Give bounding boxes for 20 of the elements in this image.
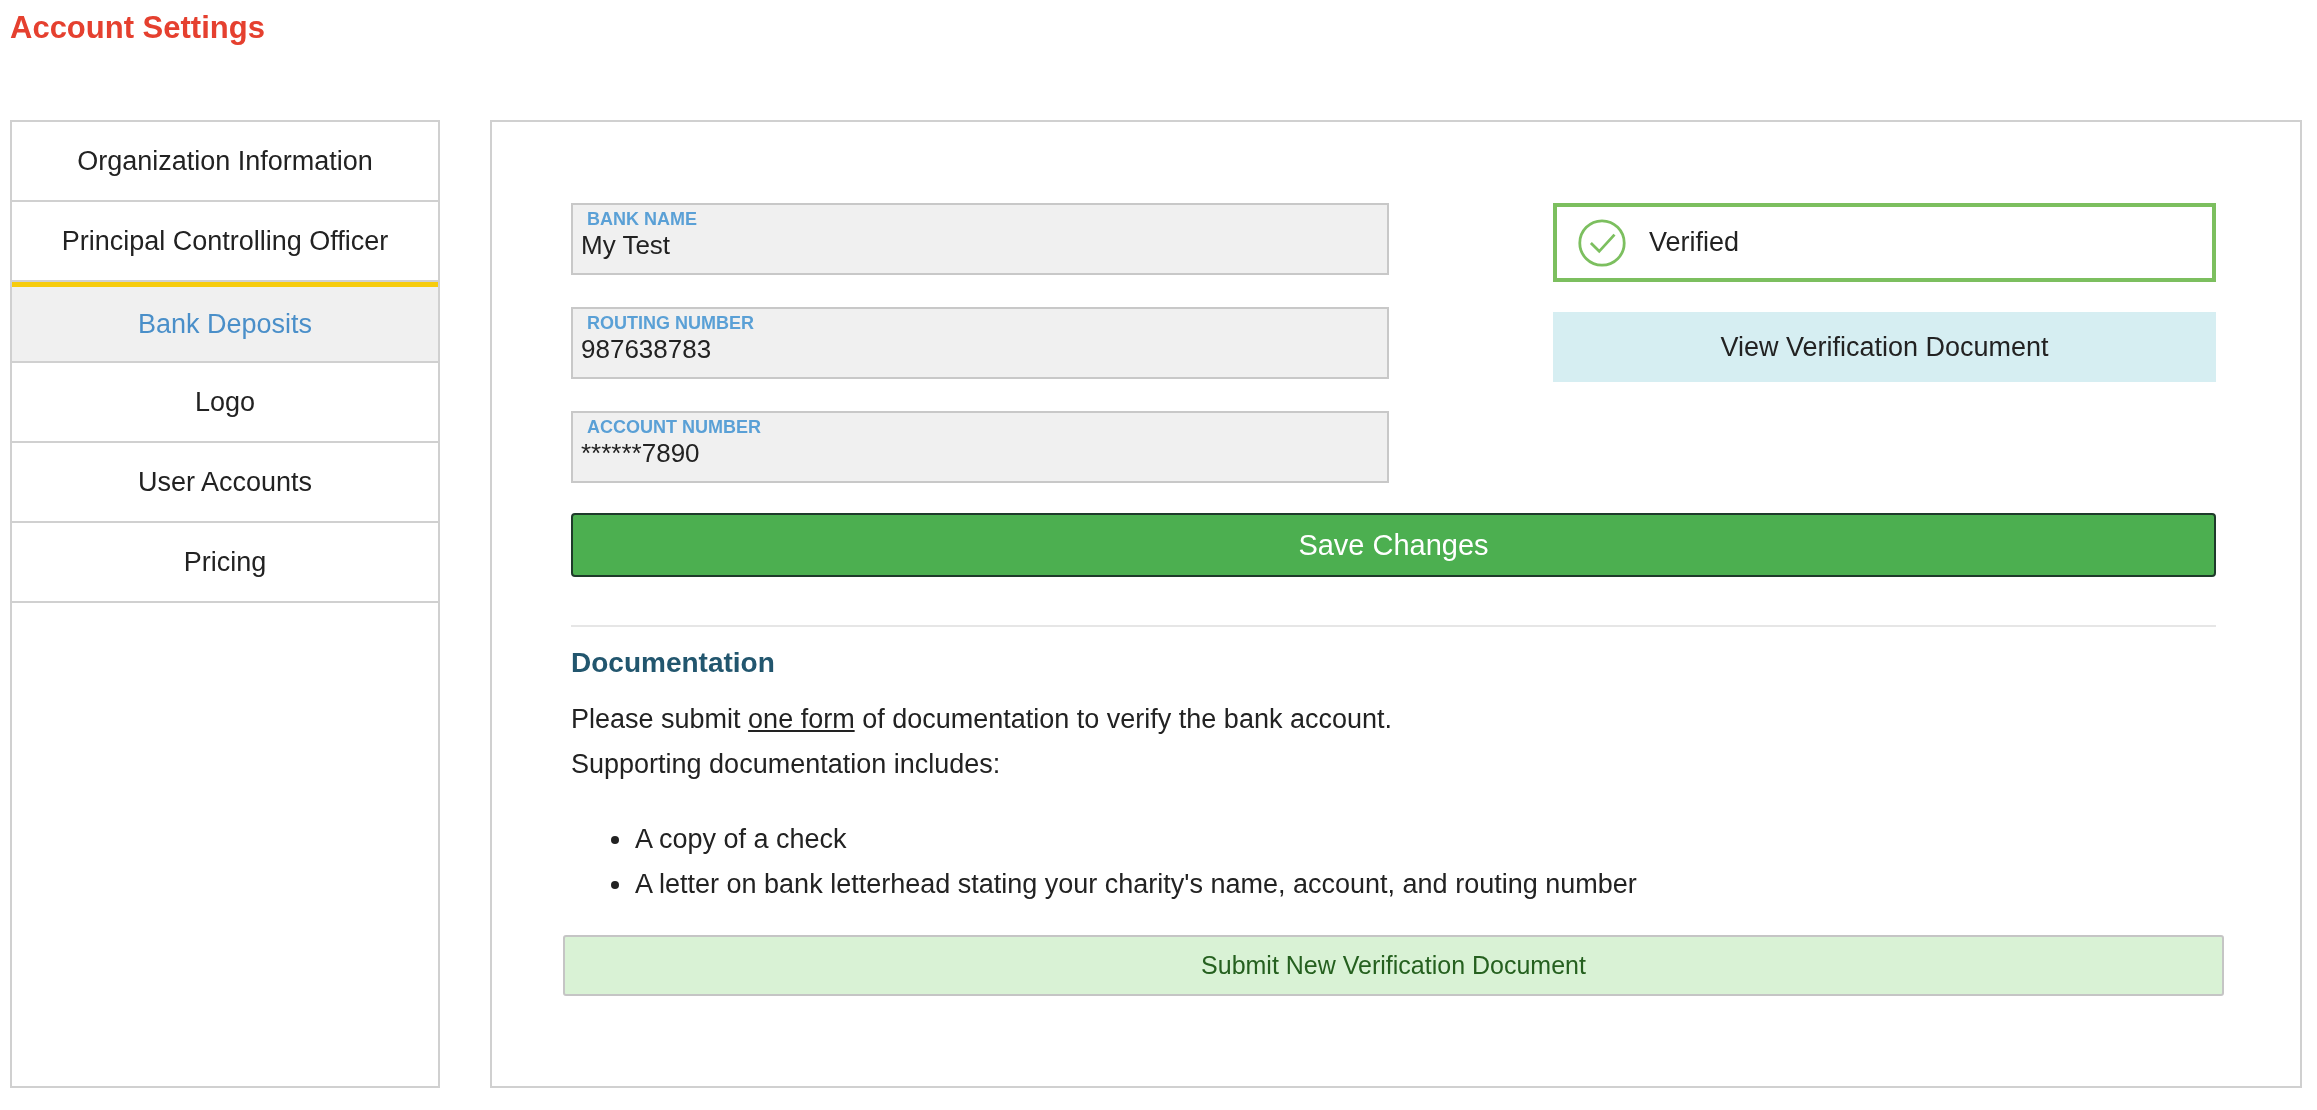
text-link[interactable]: one form — [748, 704, 855, 734]
sidebar-item[interactable]: Pricing — [12, 523, 438, 603]
sidebar-item[interactable]: Logo — [12, 363, 438, 443]
sidebar-item[interactable]: User Accounts — [12, 443, 438, 523]
text-field[interactable]: BANK NAME My Test — [571, 203, 1389, 275]
submit-document-button[interactable]: Submit New Verification Document — [563, 935, 2224, 996]
page-title: Account Settings — [10, 9, 266, 47]
bullet-icon — [611, 880, 619, 889]
bullet-icon — [611, 835, 619, 844]
documentation-text: Supporting documentation includes: — [571, 748, 1002, 781]
sidebar-item[interactable]: Organization Information — [12, 122, 438, 202]
documentation-text: Please submit one form of documentation to verify the bank account. — [571, 703, 1393, 736]
list-item-text: A copy of a check — [635, 823, 847, 856]
view-document-button[interactable]: View Verification Document — [1553, 312, 2216, 382]
list-item-text: A letter on bank letterhead stating your charity's name, account, and routing number — [635, 868, 1637, 901]
text-field[interactable]: ACCOUNT NUMBER ******7890 — [571, 411, 1389, 483]
section-heading: Documentation — [571, 647, 776, 679]
text-field[interactable]: ROUTING NUMBER 987638783 — [571, 307, 1389, 379]
status-label: Verified — [1649, 227, 1740, 258]
check-circle-icon — [1577, 217, 1627, 268]
